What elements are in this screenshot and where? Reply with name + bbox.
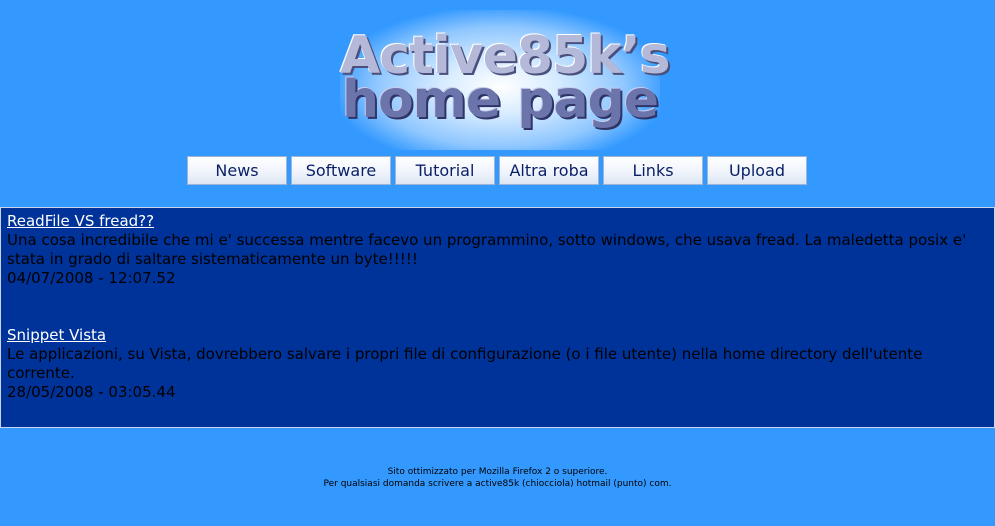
main-nav: News Software Tutorial Altra roba Links …	[187, 156, 807, 185]
news-panel: ReadFile VS fread?? Una cosa incredibile…	[0, 207, 995, 428]
news-title-link[interactable]: Snippet Vista	[7, 326, 106, 345]
nav-altra-roba-button[interactable]: Altra roba	[499, 156, 599, 185]
footer-contact-note: Per qualsiasi domanda scrivere a active8…	[323, 479, 672, 489]
news-body: Le applicazioni, su Vista, dovrebbero sa…	[7, 345, 923, 382]
site-logo: Active85k’s home page	[340, 10, 671, 150]
nav-upload-button[interactable]: Upload	[707, 156, 807, 185]
nav-links-button[interactable]: Links	[603, 156, 703, 185]
news-date: 28/05/2008 - 03:05.44	[7, 383, 176, 401]
news-date: 04/07/2008 - 12:07.52	[7, 269, 176, 287]
logo-subtitle: home page	[341, 70, 659, 130]
news-title-link[interactable]: ReadFile VS fread??	[7, 212, 154, 231]
news-item: Snippet Vista Le applicazioni, su Vista,…	[7, 326, 988, 402]
footer: Sito ottimizzato per Mozilla Firefox 2 o…	[0, 466, 995, 490]
nav-news-button[interactable]: News	[187, 156, 287, 185]
nav-tutorial-button[interactable]: Tutorial	[395, 156, 495, 185]
footer-browser-note: Sito ottimizzato per Mozilla Firefox 2 o…	[387, 467, 608, 477]
nav-software-button[interactable]: Software	[291, 156, 391, 185]
news-item: ReadFile VS fread?? Una cosa incredibile…	[7, 212, 988, 288]
news-body: Una cosa incredibile che mi e' successa …	[7, 231, 967, 268]
